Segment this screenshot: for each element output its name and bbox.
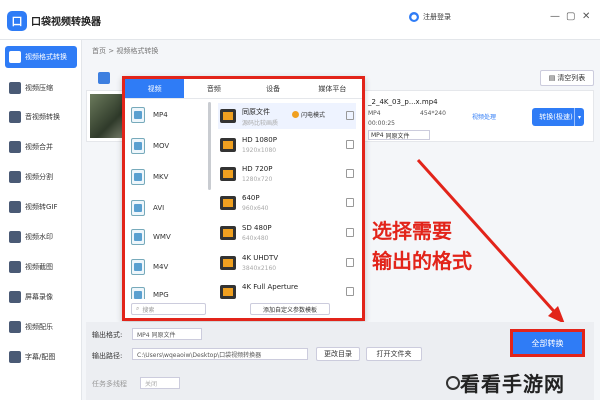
annotation-line-1: 选择需要: [372, 219, 452, 243]
site-watermark: 看看手游网: [460, 372, 565, 396]
convert-all-button[interactable]: 全部转换: [510, 329, 585, 357]
output-path-field[interactable]: C:\Users\wqeaoiw\Desktop\口袋视频转换器: [132, 348, 308, 360]
open-folder-button[interactable]: 打开文件夹: [366, 347, 422, 361]
watermark-logo-icon: [446, 376, 460, 390]
task-thread-select[interactable]: 关闭: [140, 377, 180, 389]
output-path-label: 输出路径:: [92, 352, 123, 360]
annotation-text: 选择需要 输出的格式: [372, 216, 512, 276]
output-format-label: 输出格式:: [92, 331, 123, 339]
task-thread-label: 任务多线程: [92, 380, 127, 388]
output-format-select[interactable]: MP4 同原文件: [132, 328, 202, 340]
annotation-line-2: 输出的格式: [372, 249, 472, 273]
change-dir-button[interactable]: 更改目录: [316, 347, 360, 361]
